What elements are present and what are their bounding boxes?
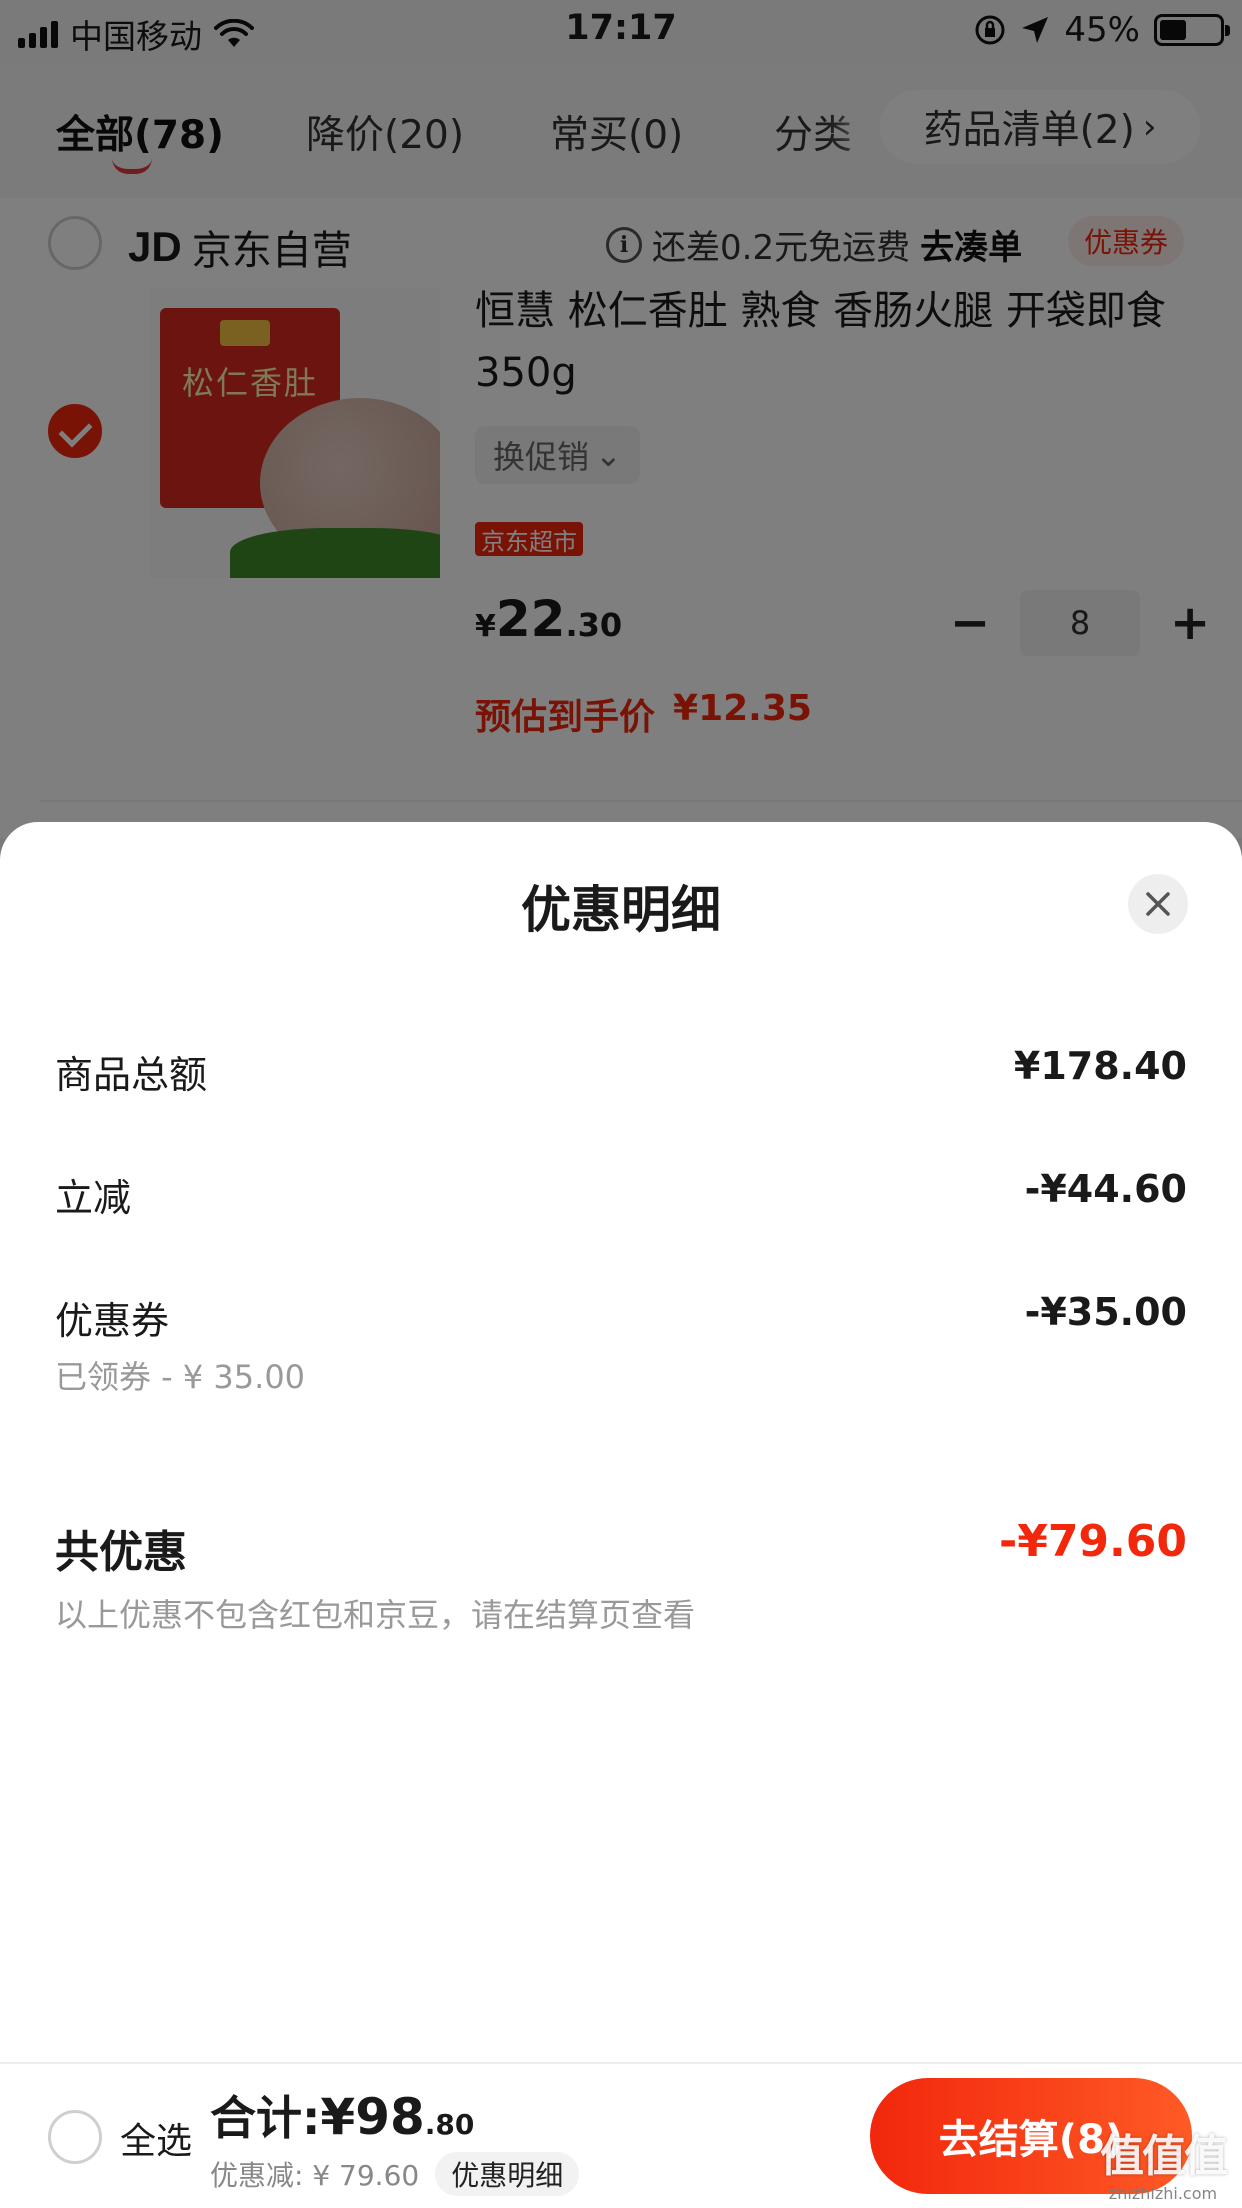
close-icon [1146, 892, 1170, 916]
instant-discount-value: -¥44.60 [1024, 1167, 1187, 1211]
watermark: 值值值 zhizhizhi.com [1088, 2120, 1238, 2208]
discount-summary: 优惠减: ¥ 79.60 优惠明细 [210, 2152, 580, 2196]
close-button[interactable] [1128, 874, 1188, 934]
checkout-bar: 全选 合计: ¥98 .80 优惠减: ¥ 79.60 优惠明细 去结算(8) [0, 2062, 1242, 2208]
total-discount-note: 以上优惠不包含红包和京豆，请在结算页查看 [55, 1596, 696, 1634]
select-all-label[interactable]: 全选 [120, 2112, 192, 2164]
watermark-logo: 值值值 [1100, 2131, 1228, 2182]
discount-text: 优惠减: ¥ 79.60 [210, 2159, 420, 2192]
total-discount-label: 共优惠 [55, 1527, 187, 1578]
discount-detail-button[interactable]: 优惠明细 [435, 2152, 580, 2196]
row-coupon: 优惠券 -¥35.00 已领券 - ¥ 35.00 [55, 1290, 1187, 1400]
discount-detail-sheet: 优惠明细 商品总额 ¥178.40 立减 -¥44.60 优惠券 -¥35.00… [0, 822, 1242, 2062]
total-label: 合计: [210, 2091, 321, 2145]
coupon-value: -¥35.00 [1024, 1290, 1187, 1334]
watermark-url: zhizhizhi.com [1108, 2184, 1218, 2203]
row-subtotal: 商品总额 ¥178.40 [55, 1044, 1187, 1104]
coupon-claimed-note: 已领券 - ¥ 35.00 [55, 1358, 306, 1396]
select-all-checkbox[interactable] [48, 2110, 102, 2164]
total-discount-value: -¥79.60 [998, 1516, 1187, 1567]
subtotal-label: 商品总额 [55, 1053, 208, 1097]
total-integer: ¥98 [320, 2088, 425, 2146]
cart-total: 合计: ¥98 .80 [210, 2082, 474, 2148]
sheet-title: 优惠明细 [521, 881, 721, 939]
subtotal-value: ¥178.40 [1013, 1044, 1187, 1088]
instant-discount-label: 立减 [55, 1176, 132, 1220]
coupon-label: 优惠券 [55, 1299, 170, 1343]
total-decimal: .80 [424, 2108, 475, 2141]
row-instant-discount: 立减 -¥44.60 [55, 1167, 1187, 1227]
row-total-discount: 共优惠 -¥79.60 以上优惠不包含红包和京豆，请在结算页查看 [55, 1516, 1187, 1636]
